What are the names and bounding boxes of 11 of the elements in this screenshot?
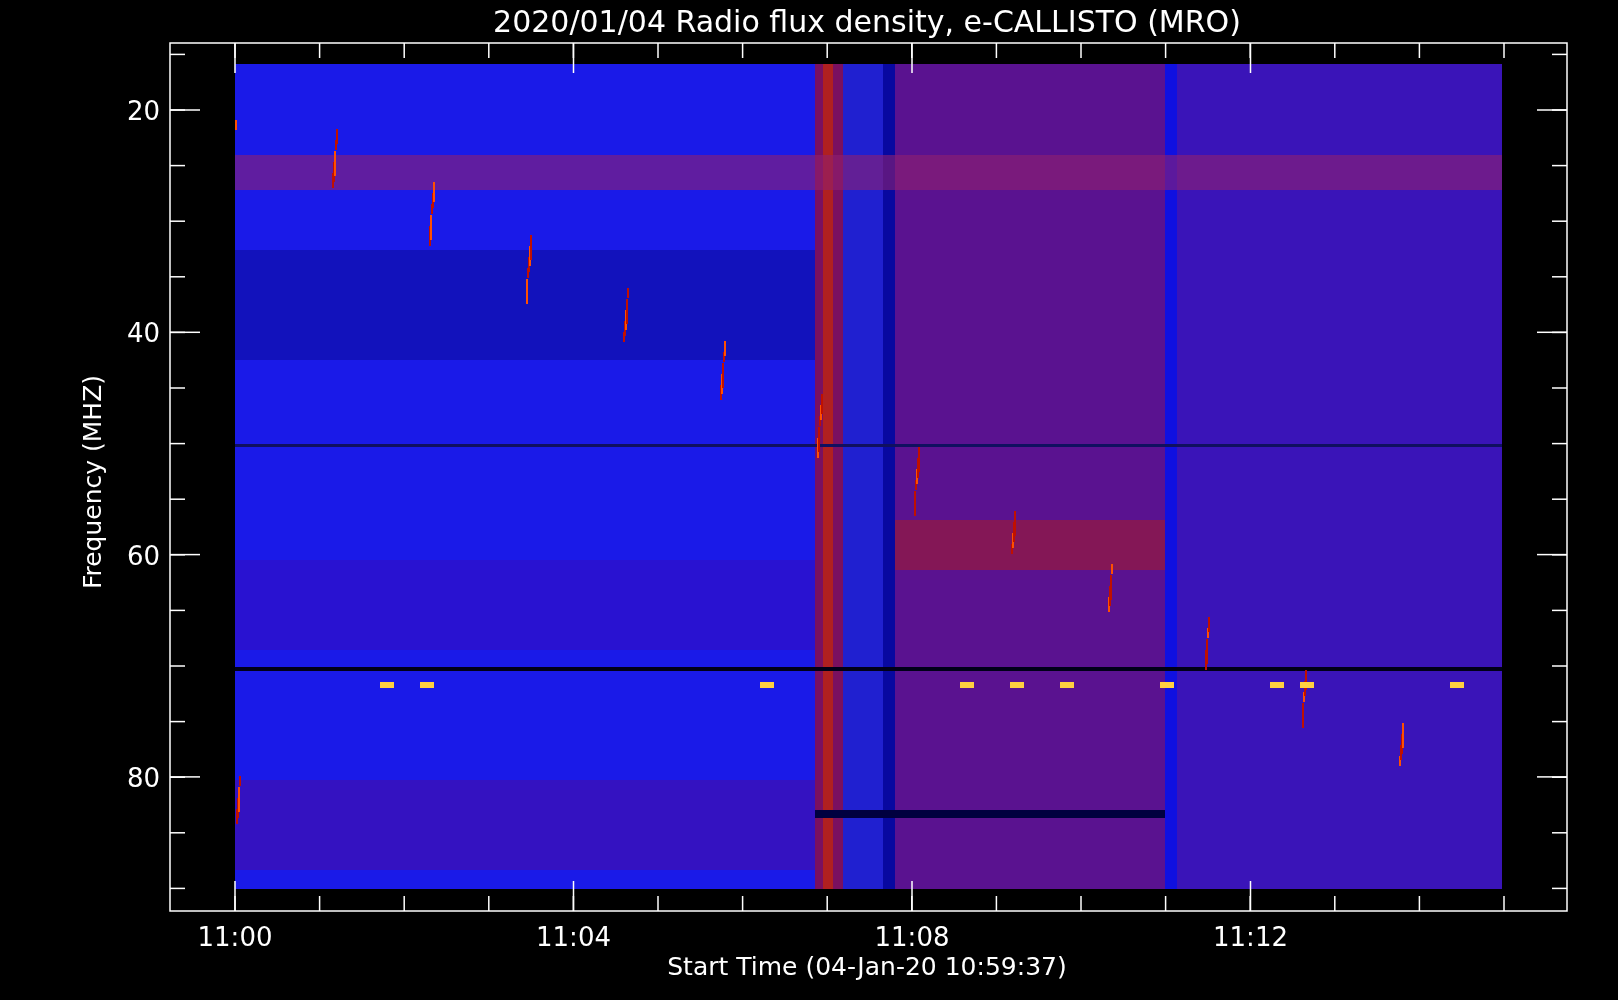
x-tick-label: 11:08: [874, 922, 950, 952]
x-tick-label: 11:12: [1213, 922, 1288, 952]
y-tick-label: 80: [126, 762, 160, 793]
y-axis-label: Frequency (MHZ): [78, 374, 107, 590]
chart-title: 2020/01/04 Radio flux density, e-CALLISTO (MRO): [493, 4, 1241, 39]
y-tick-label: 60: [126, 540, 160, 571]
x-tick-label: 11:04: [536, 922, 611, 952]
y-tick-label: 40: [126, 318, 160, 349]
y-tick-label: 20: [126, 96, 160, 126]
x-tick-label: 11:00: [197, 922, 273, 952]
x-axis-label: Start Time (04-Jan-20 10:59:37): [667, 952, 1067, 981]
